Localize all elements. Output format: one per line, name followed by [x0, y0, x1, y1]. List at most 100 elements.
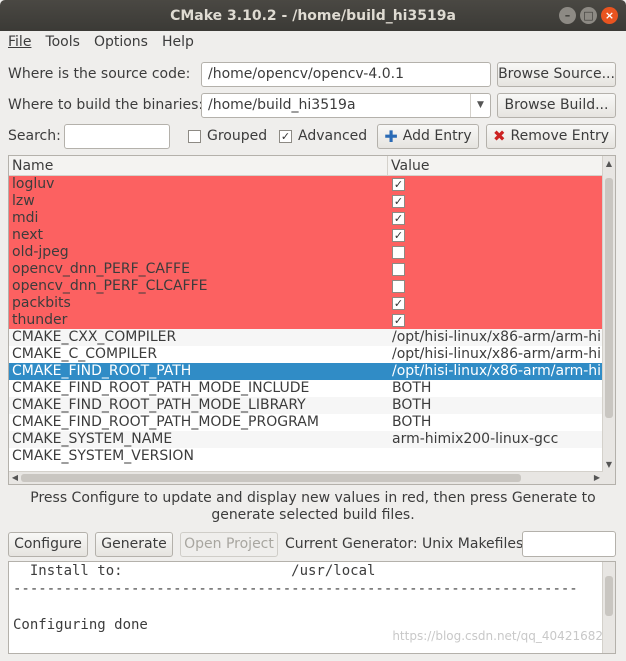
value-checkbox[interactable]	[392, 246, 405, 259]
menu-file[interactable]: File	[8, 34, 31, 50]
scroll-down-icon[interactable]: ▼	[603, 460, 615, 469]
row-value[interactable]	[389, 448, 603, 465]
value-checkbox[interactable]: ✓	[392, 212, 405, 225]
value-checkbox[interactable]	[392, 280, 405, 293]
table-row[interactable]: CMAKE_FIND_ROOT_PATH_MODE_INCLUDE BOTH	[9, 380, 603, 397]
row-value: ✓	[389, 312, 603, 329]
add-entry-label: Add Entry	[402, 128, 472, 144]
log-vertical-scrollbar[interactable]	[602, 562, 615, 653]
row-name: opencv_dnn_PERF_CLCAFFE	[12, 278, 208, 294]
row-name: CMAKE_SYSTEM_VERSION	[12, 448, 194, 464]
build-path-combo[interactable]: /home/build_hi3519a ▼	[201, 93, 491, 118]
row-value[interactable]: arm-himix200-linux-gcc	[389, 431, 603, 448]
table-row[interactable]: logluv ✓	[9, 176, 603, 193]
scrollbar-thumb[interactable]	[605, 178, 613, 418]
table-row[interactable]: opencv_dnn_PERF_CAFFE	[9, 261, 603, 278]
table-horizontal-scrollbar[interactable]: ◀ ▶	[9, 471, 603, 484]
minimize-icon[interactable]: –	[559, 7, 576, 24]
grouped-checkbox[interactable]: Grouped	[188, 128, 267, 144]
maximize-icon[interactable]: □	[580, 7, 597, 24]
advanced-check-box[interactable]: ✓	[279, 129, 292, 143]
table-row[interactable]: lzw ✓	[9, 193, 603, 210]
table-row[interactable]: CMAKE_CXX_COMPILER/opt/hisi-linux/x86-ar…	[9, 329, 603, 346]
row-value[interactable]: /opt/hisi-linux/x86-arm/arm-him	[389, 329, 603, 346]
scroll-up-icon[interactable]: ▲	[603, 159, 615, 168]
menu-bar: File Tools Options Help	[0, 31, 626, 53]
table-row[interactable]: CMAKE_SYSTEM_NAME arm-himix200-linux-gcc	[9, 431, 603, 448]
menu-options[interactable]: Options	[94, 34, 148, 50]
table-row[interactable]: next ✓	[9, 227, 603, 244]
search-input[interactable]	[64, 124, 170, 149]
row-value[interactable]: BOTH	[389, 414, 603, 431]
configure-button[interactable]: Configure	[8, 532, 88, 557]
add-entry-button[interactable]: ✚ Add Entry	[377, 124, 479, 149]
advanced-checkbox[interactable]: ✓ Advanced	[279, 128, 367, 144]
source-label: Where is the source code:	[8, 66, 191, 82]
table-row[interactable]: old-jpeg	[9, 244, 603, 261]
grouped-check-box[interactable]	[188, 129, 201, 143]
configure-hint: Press Configure to update and display ne…	[30, 490, 596, 523]
browse-build-button[interactable]: Browse Build...	[497, 93, 616, 118]
row-name: CMAKE_SYSTEM_NAME	[12, 431, 173, 447]
value-checkbox[interactable]: ✓	[392, 297, 405, 310]
dropdown-arrow-icon[interactable]: ▼	[470, 94, 490, 117]
window-controls: – □ ×	[559, 7, 618, 24]
remove-entry-button[interactable]: ✖ Remove Entry	[486, 124, 616, 149]
row-value[interactable]: BOTH	[389, 380, 603, 397]
output-log[interactable]: Install to: /usr/local -----------------…	[8, 561, 616, 654]
row-value	[389, 244, 603, 261]
table-header: Name Value	[9, 156, 615, 176]
value-checkbox[interactable]: ✓	[392, 195, 405, 208]
value-checkbox[interactable]: ✓	[392, 314, 405, 327]
build-label: Where to build the binaries:	[8, 97, 204, 113]
plus-icon: ✚	[384, 126, 398, 146]
scrollbar-thumb-horizontal[interactable]	[21, 474, 521, 482]
table-row[interactable]: CMAKE_FIND_ROOT_PATH_MODE_PROGRAM BOTH	[9, 414, 603, 431]
source-path-input[interactable]: /home/opencv/opencv-4.0.1	[201, 62, 491, 87]
table-row[interactable]: mdi ✓	[9, 210, 603, 227]
row-value[interactable]: /opt/hisi-linux/x86-arm/arm-him	[389, 346, 603, 363]
table-row[interactable]: thunder ✓	[9, 312, 603, 329]
scroll-right-icon[interactable]: ▶	[591, 472, 603, 484]
row-value[interactable]: /opt/hisi-linux/x86-arm/arm-him	[389, 363, 603, 380]
generator-field[interactable]	[522, 531, 616, 557]
row-name: CMAKE_C_COMPILER	[12, 346, 158, 362]
value-checkbox[interactable]: ✓	[392, 178, 405, 191]
row-value	[389, 261, 603, 278]
row-name: old-jpeg	[12, 244, 69, 260]
column-header-name[interactable]: Name	[9, 156, 388, 175]
search-label: Search:	[8, 128, 61, 144]
row-name: packbits	[12, 295, 71, 311]
generate-button[interactable]: Generate	[95, 532, 173, 557]
table-row[interactable]: opencv_dnn_PERF_CLCAFFE	[9, 278, 603, 295]
table-body: logluv ✓ lzw ✓ mdi ✓ next ✓ old-jpeg opencv_dnn_P…	[9, 176, 615, 465]
column-header-value[interactable]: Value	[388, 156, 615, 175]
table-row[interactable]: CMAKE_C_COMPILER/opt/hisi-linux/x86-arm/…	[9, 346, 603, 363]
row-value[interactable]: BOTH	[389, 397, 603, 414]
row-value: ✓	[389, 295, 603, 312]
value-checkbox[interactable]: ✓	[392, 229, 405, 242]
scroll-left-icon[interactable]: ◀	[9, 472, 21, 484]
remove-icon: ✖	[492, 127, 506, 145]
menu-help[interactable]: Help	[162, 34, 194, 50]
log-line: Install to: /usr/local	[13, 563, 376, 579]
value-checkbox[interactable]	[392, 263, 405, 276]
browse-source-button[interactable]: Browse Source...	[497, 62, 616, 87]
row-name: logluv	[12, 176, 55, 192]
table-row[interactable]: CMAKE_FIND_ROOT_PATH/opt/hisi-linux/x86-…	[9, 363, 603, 380]
build-path-value: /home/build_hi3519a	[208, 97, 356, 113]
menu-tools[interactable]: Tools	[45, 34, 80, 50]
table-row[interactable]: CMAKE_FIND_ROOT_PATH_MODE_LIBRARY BOTH	[9, 397, 603, 414]
log-scrollbar-thumb[interactable]	[605, 576, 613, 616]
table-row[interactable]: packbits ✓	[9, 295, 603, 312]
close-icon[interactable]: ×	[601, 7, 618, 24]
row-name: CMAKE_FIND_ROOT_PATH_MODE_PROGRAM	[12, 414, 319, 430]
row-name: next	[12, 227, 44, 243]
row-name: CMAKE_CXX_COMPILER	[12, 329, 177, 345]
table-row[interactable]: CMAKE_SYSTEM_VERSION	[9, 448, 603, 465]
watermark: https://blog.csdn.net/qq_40421682	[392, 629, 603, 643]
row-name: CMAKE_FIND_ROOT_PATH_MODE_INCLUDE	[12, 380, 310, 396]
row-name: lzw	[12, 193, 35, 209]
table-vertical-scrollbar[interactable]: ▲ ▼	[602, 156, 615, 484]
